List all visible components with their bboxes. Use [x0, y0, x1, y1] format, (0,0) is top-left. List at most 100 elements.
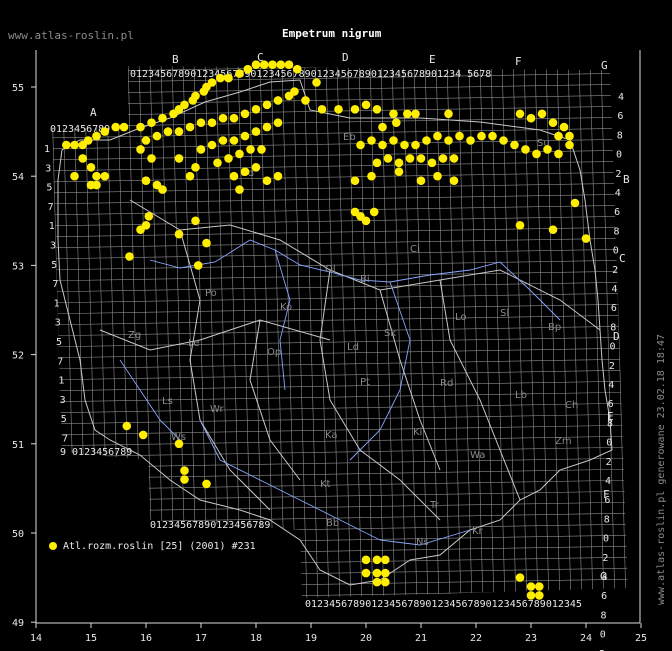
lon-tick-label: 21 [415, 633, 427, 644]
lat-tick-label: 55 [12, 83, 24, 94]
grid-letter-top: A [90, 106, 97, 119]
occurrence-point [207, 140, 217, 150]
grid-digit-right: 2 [602, 553, 608, 564]
lat-tick-label: 53 [12, 261, 24, 272]
occurrence-point [174, 127, 184, 136]
occurrence-point [251, 60, 261, 69]
occurrence-point [383, 154, 393, 163]
occurrence-point [257, 145, 266, 154]
occurrence-point [381, 577, 390, 587]
occurrence-point [416, 176, 426, 185]
occurrence-point [416, 154, 426, 163]
grid-digit-right: 6 [601, 591, 607, 602]
occurrence-point [158, 185, 167, 194]
occurrence-point [246, 145, 255, 154]
occurrence-point [276, 60, 286, 69]
occurrence-point [86, 163, 96, 172]
occurrence-point [312, 78, 321, 87]
grid-digit-left: 7 [57, 356, 63, 367]
region-label: Ls [162, 396, 173, 407]
occurrence-point [433, 131, 442, 141]
grid-letter-top: B [172, 53, 179, 66]
occurrence-point [191, 216, 200, 226]
occurrence-point [372, 577, 382, 587]
longitude-ticks: 14 15 16 17 18 19 20 21 22 23 24 25 [30, 623, 647, 644]
grid-letter-right: B [623, 173, 630, 186]
occurrence-point [122, 421, 132, 431]
region-label: Le [188, 338, 200, 349]
occurrence-point [361, 100, 371, 110]
occurrence-point [191, 163, 200, 172]
occurrence-point [262, 122, 272, 132]
generated-note: www.atlas-roslin.pl generowane 23.02.18 … [656, 334, 667, 605]
occurrence-point [62, 140, 71, 150]
lon-tick-label: 24 [580, 633, 592, 644]
occurrence-point [535, 591, 544, 600]
occurrence-point [141, 136, 151, 145]
grid-digit-right: 0 [610, 342, 616, 353]
occurrence-point [125, 252, 134, 261]
grid-digit-right: 8 [607, 418, 613, 429]
grid-letter-top: F [515, 55, 522, 68]
occurrence-point [147, 118, 156, 127]
lat-tick-label: 54 [12, 172, 24, 183]
occurrence-point [411, 109, 420, 119]
lon-tick-label: 15 [85, 633, 97, 644]
occurrence-point [273, 118, 283, 127]
distribution-map: www.atlas-roslin.pl Empetrum nigrum www.… [8, 27, 667, 651]
region-label: Tr [429, 500, 440, 511]
occurrence-point [422, 136, 431, 145]
grid-digit-left: 5 [46, 183, 52, 194]
occurrence-point [438, 154, 448, 163]
occurrence-point [251, 163, 261, 172]
region-label: Ol [325, 264, 336, 275]
occurrence-point [262, 176, 272, 185]
lon-tick-label: 16 [140, 633, 152, 644]
occurrence-point [565, 140, 574, 150]
occurrence-point [174, 439, 184, 449]
occurrence-point [268, 60, 277, 69]
grid-letter-top: D [342, 51, 349, 64]
rivers [119, 239, 561, 546]
occurrence-point [301, 96, 310, 105]
occurrence-point [100, 127, 110, 136]
occurrence-point [394, 167, 404, 176]
occurrence-point [334, 105, 343, 114]
occurrence-point [119, 122, 129, 132]
grid-digit-right: 6 [604, 495, 610, 506]
region-label: Lo [455, 312, 467, 323]
occurrence-point [202, 479, 211, 489]
occurrence-point [235, 185, 244, 194]
occurrence-point [488, 131, 497, 141]
region-label: Rd [440, 378, 453, 389]
occurrence-point [372, 158, 382, 168]
occurrence-point [361, 216, 371, 226]
occurrence-point [229, 113, 239, 123]
grid-digit-right: 6 [614, 207, 620, 218]
occurrence-point [455, 131, 464, 141]
occurrence-point [224, 154, 233, 163]
region-label: Sk [384, 328, 396, 339]
occurrence-point [180, 100, 189, 110]
latitude-ticks: 55 54 53 52 51 50 49 [12, 83, 36, 629]
occurrence-point [532, 149, 541, 159]
site-url[interactable]: www.atlas-roslin.pl [8, 29, 134, 42]
grid-digit-right: 2 [606, 457, 612, 468]
occurrence-point [262, 100, 272, 110]
grid-digit-right: 2 [609, 361, 615, 372]
grid-digit-left: 1 [54, 298, 60, 309]
occurrence-point [515, 109, 525, 119]
grid-digits-bottom-left: 9 0123456789 [60, 447, 132, 458]
occurrence-point [361, 555, 371, 565]
occurrence-point [180, 466, 189, 475]
lon-tick-label: 17 [195, 633, 207, 644]
occurrence-point [216, 73, 225, 83]
occurrence-point [444, 109, 453, 119]
grid-digit-right: 8 [604, 514, 610, 525]
occurrence-point [92, 131, 101, 141]
grid-digit-left: 3 [45, 163, 51, 174]
occurrence-point [293, 64, 302, 74]
occurrence-point [235, 149, 244, 159]
grid-digit-right: 0 [603, 534, 609, 545]
grid-digit-left: 3 [60, 395, 66, 406]
